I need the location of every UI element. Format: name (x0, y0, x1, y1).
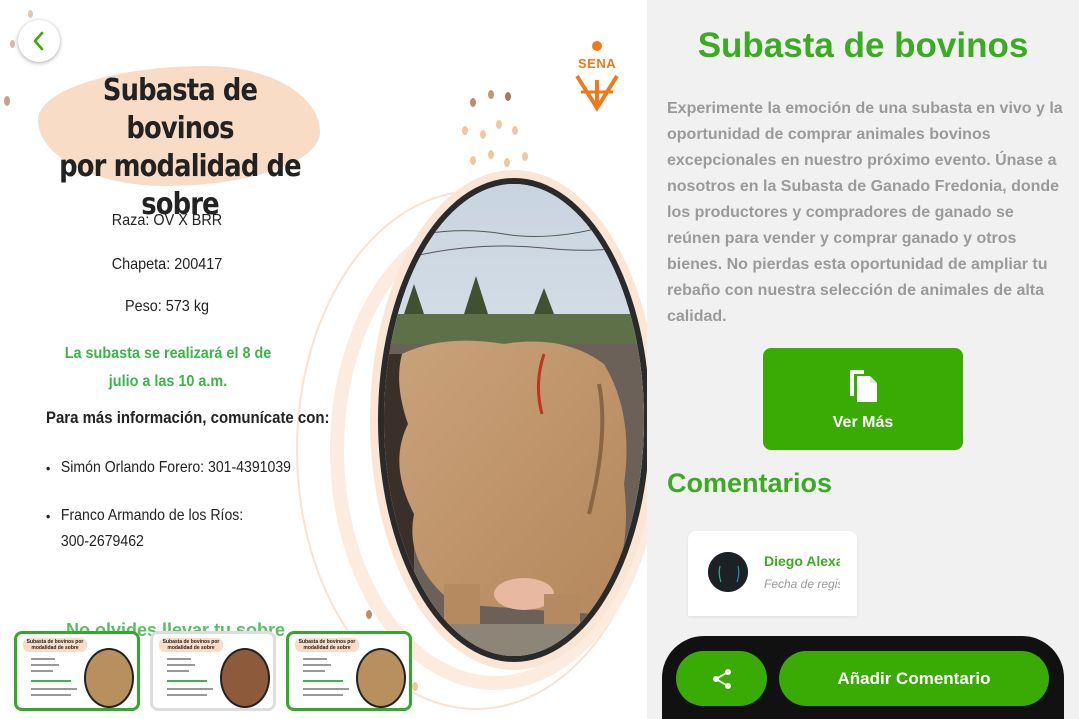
avatar (708, 552, 748, 592)
thumbnail-photo (84, 648, 134, 708)
thumbnail-title: Subasta de bovinos por modalidad de sobr… (159, 638, 223, 652)
comment-date: Fecha de registro (764, 577, 840, 591)
ver-mas-label: Ver Más (832, 414, 894, 431)
comment-author: Diego Alexander (764, 553, 840, 569)
share-button[interactable] (676, 651, 767, 706)
auction-date-note: La subasta se realizará el 8 de julio a … (64, 345, 272, 390)
thumbnail-strip: Subasta de bovinos por modalidad de sobr… (14, 631, 412, 711)
description-text: Experimente la emoción de una subasta en… (667, 100, 1063, 325)
chevron-left-icon (33, 31, 44, 51)
thumbnail-title: Subasta de bovinos por modalidad de sobr… (295, 638, 359, 652)
contact-item: • Simón Orlando Forero: 301-4391039 (46, 455, 291, 481)
thumbnail[interactable]: Subasta de bovinos por modalidad de sobr… (286, 631, 412, 711)
chapeta-label: Chapeta: 200417 (111, 256, 223, 273)
contact-text: Simón Orlando Forero: 301-4391039 (60, 459, 291, 476)
add-comment-button[interactable]: Añadir Comentario (779, 651, 1049, 706)
sena-logo-icon (575, 41, 619, 112)
bottom-action-bar: Añadir Comentario (662, 636, 1064, 719)
cow-photo (378, 178, 647, 662)
ver-mas-button[interactable]: Ver Más (763, 348, 963, 450)
share-icon (712, 668, 731, 689)
poster-title-line1: Subasta de bovinos (102, 73, 258, 146)
thumbnail[interactable]: Subasta de bovinos por modalidad de sobr… (14, 631, 140, 711)
contact-item: • Franco Armando de los Ríos: 300-267946… (46, 503, 275, 555)
thumbnail-photo (356, 648, 406, 708)
thumbnail[interactable]: Subasta de bovinos por modalidad de sobr… (150, 631, 276, 711)
peso-label: Peso: 573 kg (124, 298, 210, 315)
poster-image: Subasta de bovinos por modalidad de sobr… (0, 0, 647, 719)
detail-panel: Subasta de bovinos Experimente la emoció… (647, 0, 1079, 719)
contact-text: Franco Armando de los Ríos: 300-2679462 (60, 507, 244, 550)
document-copy-icon (850, 370, 877, 402)
thumbnail-photo (220, 648, 270, 708)
thumbnail-title: Subasta de bovinos por modalidad de sobr… (23, 638, 87, 652)
sena-logo-text: SENA (578, 56, 617, 71)
contact-heading: Para más información, comunícate con: (46, 408, 330, 427)
page-title: Subasta de bovinos (697, 26, 1029, 65)
poster-title: Subasta de bovinos por modalidad de sobr… (51, 72, 309, 224)
back-button[interactable] (18, 20, 60, 62)
comments-heading: Comentarios (667, 468, 833, 498)
comment-card[interactable]: Diego Alexander Fecha de registro (688, 531, 857, 616)
raza-label: Raza: OV X BRR (111, 212, 223, 229)
